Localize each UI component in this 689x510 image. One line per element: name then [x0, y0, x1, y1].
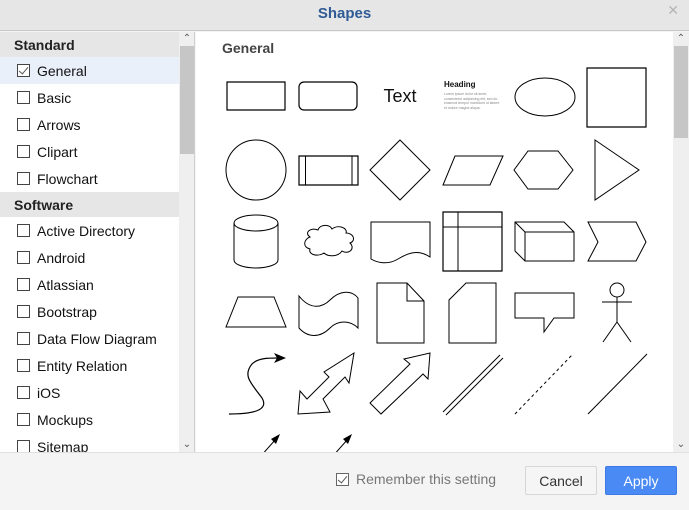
- library-item-basic[interactable]: Basic: [0, 84, 179, 111]
- shape-step[interactable]: [585, 209, 649, 273]
- shape-connector-with-label[interactable]: [316, 427, 380, 452]
- checkbox-icon[interactable]: [17, 172, 30, 185]
- sidebar-scrollbar[interactable]: ⌃ ⌄: [179, 32, 195, 452]
- library-item-arrows[interactable]: Arrows: [0, 111, 179, 138]
- library-item-bootstrap[interactable]: Bootstrap: [0, 298, 179, 325]
- library-item-data-flow-diagram[interactable]: Data Flow Diagram: [0, 325, 179, 352]
- scrollbar-thumb[interactable]: [674, 46, 688, 138]
- library-item-label: Android: [37, 249, 86, 266]
- shape-cloud[interactable]: [296, 209, 360, 273]
- library-item-ios[interactable]: iOS: [0, 379, 179, 406]
- shape-heading-text[interactable]: Heading Lorem ipsum dolor sit amet, cons…: [444, 64, 508, 128]
- library-item-general[interactable]: General: [0, 57, 179, 84]
- shape-text[interactable]: Text: [368, 64, 432, 128]
- library-item-atlassian[interactable]: Atlassian: [0, 271, 179, 298]
- checkbox-icon[interactable]: [17, 278, 30, 291]
- library-item-label: iOS: [37, 384, 61, 401]
- library-item-entity-relation[interactable]: Entity Relation: [0, 352, 179, 379]
- checkbox-icon[interactable]: [17, 359, 30, 372]
- shape-single-arrow[interactable]: [368, 352, 432, 416]
- shapes-panel-scrollbar[interactable]: ⌃ ⌄: [673, 32, 689, 452]
- library-item-label: Active Directory: [37, 222, 136, 239]
- shape-trapezoid[interactable]: [224, 282, 288, 346]
- shape-actor[interactable]: [585, 282, 649, 346]
- shape-bidirectional-arrow[interactable]: [296, 352, 360, 416]
- library-item-label: Atlassian: [37, 276, 94, 293]
- library-item-label: Flowchart: [37, 170, 98, 187]
- shape-process[interactable]: [296, 137, 360, 201]
- shapes-preview-panel: General Text Heading Lorem ipsum dolor s…: [196, 32, 673, 452]
- shape-note[interactable]: [374, 282, 438, 346]
- library-item-label: General: [37, 62, 87, 79]
- checkbox-checked-icon[interactable]: [336, 472, 349, 486]
- checkbox-checked-icon[interactable]: [17, 64, 30, 77]
- library-item-label: Basic: [37, 89, 72, 106]
- checkbox-icon[interactable]: [17, 440, 30, 452]
- shape-dashed-line[interactable]: [512, 352, 576, 416]
- library-item-sitemap[interactable]: Sitemap: [0, 433, 179, 452]
- library-item-label: Bootstrap: [37, 303, 97, 320]
- library-item-label: Arrows: [37, 116, 81, 133]
- shape-square[interactable]: [585, 64, 649, 128]
- library-sidebar: Standard General Basic Arrows Clipart Fl…: [0, 32, 179, 452]
- library-item-mockups[interactable]: Mockups: [0, 406, 179, 433]
- section-header-standard: Standard: [0, 32, 179, 57]
- shape-ellipse[interactable]: [513, 64, 577, 128]
- checkbox-icon[interactable]: [17, 386, 30, 399]
- scrollbar-thumb[interactable]: [180, 46, 194, 154]
- remember-setting-label: Remember this setting: [356, 471, 497, 487]
- shape-hexagon[interactable]: [512, 137, 576, 201]
- shape-cylinder[interactable]: [224, 209, 288, 273]
- library-item-label: Clipart: [37, 143, 78, 160]
- shape-document[interactable]: [368, 209, 432, 273]
- heading-shape-title: Heading: [444, 80, 476, 89]
- shape-internal-storage[interactable]: [440, 209, 504, 273]
- checkbox-icon[interactable]: [17, 305, 30, 318]
- library-title: General: [222, 40, 275, 56]
- shape-directional-connector[interactable]: [244, 427, 308, 452]
- checkbox-icon[interactable]: [17, 413, 30, 426]
- shape-link[interactable]: [440, 352, 504, 416]
- library-item-label: Entity Relation: [37, 357, 128, 374]
- dialog-title: Shapes: [317, 5, 372, 22]
- dialog-titlebar: Shapes ✕: [0, 0, 689, 31]
- checkbox-icon[interactable]: [17, 91, 30, 104]
- library-item-clipart[interactable]: Clipart: [0, 138, 179, 165]
- scroll-up-arrow-icon[interactable]: ⌃: [179, 32, 195, 46]
- scroll-down-arrow-icon[interactable]: ⌄: [673, 438, 689, 452]
- shape-circle[interactable]: [224, 137, 288, 201]
- library-item-active-directory[interactable]: Active Directory: [0, 217, 179, 244]
- shape-rectangle[interactable]: [224, 64, 288, 128]
- remember-setting-checkbox[interactable]: Remember this setting: [336, 471, 496, 487]
- cancel-button[interactable]: Cancel: [525, 466, 597, 495]
- shape-callout[interactable]: [512, 282, 576, 346]
- shape-line[interactable]: [585, 352, 649, 416]
- checkbox-icon[interactable]: [17, 145, 30, 158]
- shape-tape[interactable]: [296, 282, 360, 346]
- text-shape-label: Text: [383, 85, 417, 106]
- shape-diamond[interactable]: [368, 137, 432, 201]
- heading-shape-body: Lorem ipsum dolor sit amet, consectetur …: [444, 92, 500, 110]
- shape-rounded-rectangle[interactable]: [296, 64, 360, 128]
- checkbox-icon[interactable]: [17, 251, 30, 264]
- scroll-down-arrow-icon[interactable]: ⌄: [179, 438, 195, 452]
- section-header-software: Software: [0, 192, 179, 217]
- dialog-footer: Remember this setting Cancel Apply: [0, 452, 689, 510]
- checkbox-icon[interactable]: [17, 224, 30, 237]
- library-item-android[interactable]: Android: [0, 244, 179, 271]
- shape-parallelogram[interactable]: [440, 137, 504, 201]
- shape-curved-arrow[interactable]: [224, 352, 288, 416]
- library-item-label: Mockups: [37, 411, 94, 428]
- close-icon[interactable]: ✕: [667, 2, 679, 19]
- apply-button[interactable]: Apply: [605, 466, 677, 495]
- checkbox-icon[interactable]: [17, 332, 30, 345]
- library-item-label: Sitemap: [37, 438, 89, 453]
- library-item-flowchart[interactable]: Flowchart: [0, 165, 179, 192]
- shape-card[interactable]: [446, 282, 510, 346]
- library-item-label: Data Flow Diagram: [37, 330, 157, 347]
- shape-cube[interactable]: [512, 209, 576, 273]
- checkbox-icon[interactable]: [17, 118, 30, 131]
- shape-triangle[interactable]: [591, 137, 655, 201]
- scroll-up-arrow-icon[interactable]: ⌃: [673, 32, 689, 46]
